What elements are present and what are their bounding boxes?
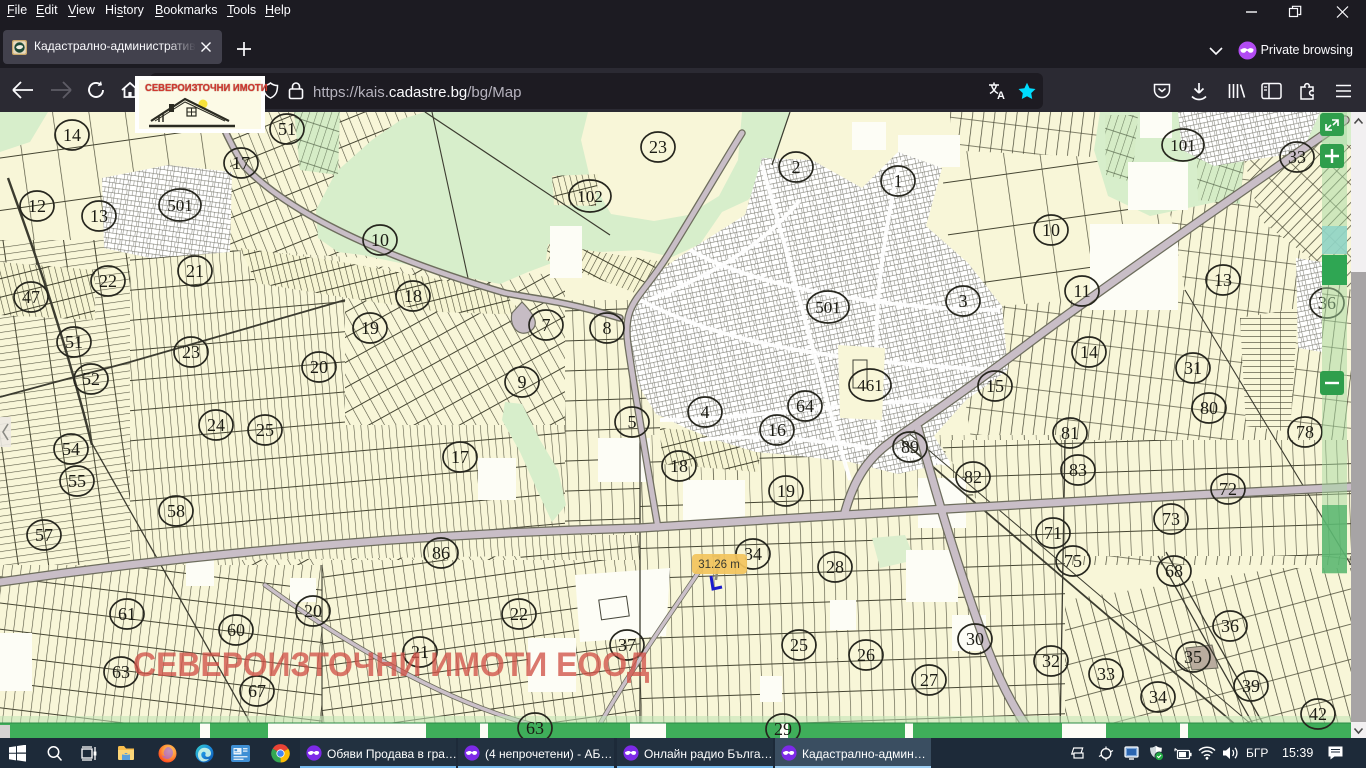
- svg-text:89: 89: [901, 437, 919, 457]
- svg-text:51: 51: [65, 332, 83, 352]
- svg-text:7: 7: [542, 315, 551, 335]
- svg-text:5: 5: [628, 412, 637, 432]
- svg-text:21: 21: [186, 261, 204, 281]
- svg-text:461: 461: [857, 376, 883, 395]
- svg-text:73: 73: [1162, 509, 1180, 529]
- svg-text:23: 23: [649, 137, 667, 157]
- svg-text:55: 55: [68, 471, 86, 491]
- svg-text:11: 11: [1073, 281, 1090, 301]
- svg-text:63: 63: [112, 662, 130, 682]
- svg-text:16: 16: [768, 420, 786, 440]
- svg-text:102: 102: [577, 187, 603, 206]
- svg-text:12: 12: [28, 196, 46, 216]
- svg-text:71: 71: [1044, 523, 1062, 543]
- svg-text:35: 35: [1184, 647, 1202, 667]
- svg-text:3: 3: [959, 291, 968, 311]
- svg-text:501: 501: [815, 298, 841, 317]
- svg-text:72: 72: [1219, 479, 1237, 499]
- svg-text:14: 14: [63, 125, 81, 145]
- svg-text:4: 4: [701, 402, 710, 422]
- svg-text:20: 20: [304, 601, 322, 621]
- svg-text:501: 501: [167, 196, 193, 215]
- svg-text:80: 80: [1200, 398, 1218, 418]
- svg-text:24: 24: [207, 415, 225, 435]
- svg-text:A: A: [997, 90, 1005, 101]
- svg-text:61: 61: [118, 604, 136, 624]
- svg-text:18: 18: [404, 286, 422, 306]
- svg-text:47: 47: [22, 287, 40, 307]
- svg-text:29: 29: [774, 719, 792, 738]
- svg-text:13: 13: [1214, 270, 1232, 290]
- svg-text:64: 64: [796, 396, 814, 416]
- svg-text:2: 2: [792, 157, 801, 177]
- svg-text:9: 9: [518, 372, 527, 392]
- svg-text:15: 15: [986, 376, 1004, 396]
- svg-text:31.26 m: 31.26 m: [698, 559, 740, 571]
- svg-text:51: 51: [278, 119, 296, 139]
- svg-text:10: 10: [1042, 220, 1060, 240]
- svg-text:31: 31: [1184, 358, 1202, 378]
- svg-text:60: 60: [227, 620, 245, 640]
- svg-text:32: 32: [1042, 651, 1060, 671]
- svg-text:34: 34: [1149, 687, 1167, 707]
- svg-text:75: 75: [1064, 551, 1082, 571]
- svg-text:1: 1: [894, 171, 903, 191]
- svg-text:13: 13: [90, 206, 108, 226]
- svg-text:26: 26: [857, 645, 875, 665]
- svg-text:14: 14: [1080, 342, 1098, 362]
- svg-text:101: 101: [1170, 136, 1196, 155]
- svg-text:8: 8: [603, 318, 612, 338]
- svg-text:20: 20: [310, 357, 328, 377]
- svg-text:52: 52: [82, 369, 100, 389]
- svg-text:39: 39: [1242, 676, 1260, 696]
- svg-text:23: 23: [182, 342, 200, 362]
- svg-text:78: 78: [1296, 422, 1314, 442]
- svg-text:25: 25: [256, 420, 274, 440]
- svg-text:19: 19: [777, 481, 795, 501]
- svg-text:28: 28: [826, 557, 844, 577]
- svg-text:36: 36: [1221, 616, 1239, 636]
- svg-text:22: 22: [99, 271, 117, 291]
- svg-text:57: 57: [35, 525, 53, 545]
- svg-text:33: 33: [1097, 664, 1115, 684]
- svg-text:54: 54: [62, 439, 80, 459]
- svg-text:58: 58: [167, 501, 185, 521]
- svg-text:25: 25: [790, 635, 808, 655]
- svg-text:22: 22: [510, 604, 528, 624]
- svg-text:68: 68: [1165, 561, 1183, 581]
- svg-text:82: 82: [964, 467, 982, 487]
- svg-text:42: 42: [1309, 704, 1327, 724]
- svg-text:17: 17: [232, 153, 250, 173]
- svg-text:81: 81: [1061, 423, 1079, 443]
- svg-text:86: 86: [432, 543, 450, 563]
- svg-text:83: 83: [1069, 460, 1087, 480]
- svg-text:18: 18: [670, 456, 688, 476]
- svg-text:63: 63: [526, 718, 544, 738]
- svg-text:10: 10: [371, 230, 389, 250]
- svg-text:17: 17: [451, 447, 469, 467]
- svg-text:33: 33: [1288, 147, 1306, 167]
- svg-text:30: 30: [966, 629, 984, 649]
- svg-text:27: 27: [920, 670, 938, 690]
- svg-text:19: 19: [361, 318, 379, 338]
